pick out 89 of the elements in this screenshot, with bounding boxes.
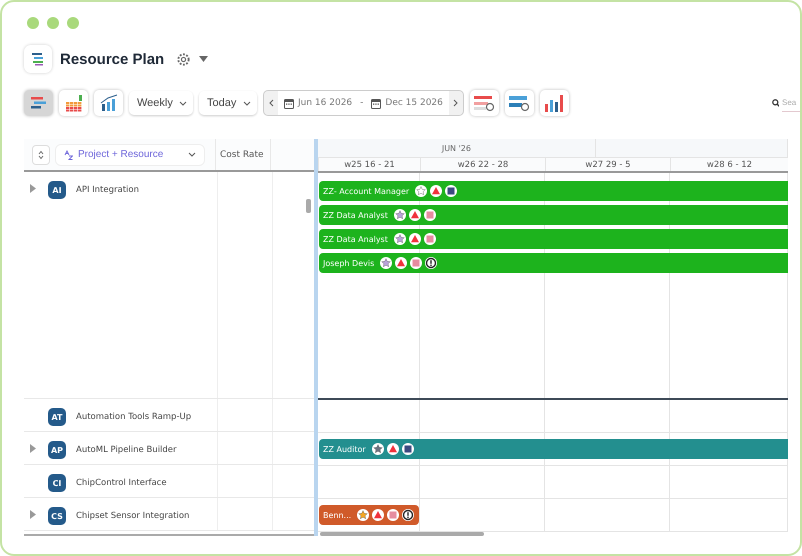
week-header: w26 22 - 28: [420, 158, 545, 171]
window-dot: [27, 17, 39, 29]
expand-icon[interactable]: [30, 510, 36, 519]
end-date[interactable]: Dec 15 2026: [385, 98, 443, 108]
resource-name: ZZ Data Analyst: [323, 234, 388, 244]
group-by-dropdown[interactable]: Project + Resource: [55, 144, 205, 166]
triangle-badge-icon: [408, 209, 421, 221]
chevron-left-icon: [268, 99, 274, 107]
triangle-badge-icon: [386, 443, 399, 455]
chevron-down-icon: [243, 100, 251, 106]
square-badge-icon: [410, 257, 422, 269]
today-dropdown[interactable]: Today: [199, 91, 257, 115]
alert-badge-icon: [402, 509, 414, 521]
hours-grid-icon: [64, 94, 82, 112]
week-header: w27 29 - 5: [545, 158, 670, 171]
square-badge-icon: [424, 233, 436, 245]
window-dot: [47, 17, 59, 29]
project-avatar: CI: [48, 474, 66, 492]
resource-name: ZZ Auditor: [323, 444, 366, 454]
resource-name: ZZ Data Analyst: [323, 210, 388, 220]
chevron-right-icon: [453, 99, 458, 107]
sort-icon: [38, 150, 44, 160]
sort-az-icon: [64, 150, 73, 160]
project-avatar: AT: [48, 408, 66, 426]
project-avatar: CS: [48, 507, 66, 525]
scale-dropdown[interactable]: Weekly: [129, 91, 193, 115]
alert-badge-icon: [425, 257, 438, 269]
assignment-bar[interactable]: ZZ Data Analyst: [319, 205, 788, 225]
triangle-badge-icon: [408, 233, 421, 245]
project-name[interactable]: Chipset Sensor Integration: [76, 511, 190, 521]
assignment-bar[interactable]: Joseph Devis: [319, 253, 788, 273]
settings-icon[interactable]: [176, 52, 192, 66]
triangle-badge-icon: [430, 185, 442, 197]
sort-button[interactable]: [32, 144, 50, 164]
hours-view-button[interactable]: [59, 90, 88, 116]
bar-settings-icon: [508, 94, 530, 112]
gantt-bars-icon: [30, 95, 48, 111]
star-badge-icon: [357, 509, 370, 521]
fte-view-button[interactable]: [94, 90, 123, 116]
search-field[interactable]: Sea: [782, 94, 800, 112]
assignment-bar[interactable]: ZZ Data Analyst: [319, 229, 788, 249]
project-name[interactable]: API Integration: [76, 185, 139, 195]
assignment-bar[interactable]: Benn...: [319, 505, 419, 525]
range-dash: -: [360, 98, 364, 108]
start-date[interactable]: Jun 16 2026: [298, 98, 352, 108]
search-icon: [772, 99, 779, 107]
resize-handle[interactable]: [306, 199, 311, 213]
month-header: JUN '26: [318, 139, 596, 157]
project-name[interactable]: ChipControl Interface: [76, 478, 167, 488]
rows-settings-button[interactable]: [470, 90, 499, 116]
bars-view-button[interactable]: [24, 90, 53, 116]
resource-name: ZZ- Account Manager: [323, 186, 410, 196]
square-badge-icon: [387, 509, 400, 521]
triangle-badge-icon: [395, 257, 408, 269]
project-name[interactable]: AutoML Pipeline Builder: [76, 445, 177, 455]
calendar-icon: [371, 98, 382, 108]
square-badge-icon: [424, 209, 436, 221]
star-badge-icon: [394, 233, 406, 245]
project-name[interactable]: Automation Tools Ramp-Up: [76, 412, 192, 422]
expand-icon[interactable]: [30, 444, 36, 453]
chevron-down-icon: [179, 100, 187, 106]
project-avatar: AI: [48, 181, 66, 199]
square-badge-icon: [402, 443, 414, 455]
expand-icon[interactable]: [30, 184, 36, 193]
star-badge-icon: [372, 443, 384, 455]
triangle-badge-icon: [372, 509, 384, 521]
calendar-icon: [284, 98, 294, 108]
kpi-button[interactable]: [540, 90, 569, 116]
square-badge-icon: [445, 185, 458, 197]
assignment-bar[interactable]: ZZ Auditor: [319, 439, 788, 459]
assignment-bar[interactable]: ZZ- Account Manager: [319, 181, 788, 201]
caret-icon[interactable]: [199, 56, 208, 62]
star-badge-icon: [394, 209, 406, 221]
scrollbar[interactable]: [320, 532, 484, 536]
project-avatar: AP: [48, 441, 66, 459]
row-settings-icon: [473, 94, 496, 112]
window-dot: [67, 17, 79, 29]
star-badge-icon: [380, 257, 392, 269]
resource-name: Joseph Devis: [323, 258, 374, 268]
chevron-down-icon: [188, 152, 196, 157]
bars-settings-button[interactable]: [504, 90, 534, 116]
growth-chart-icon: [100, 94, 118, 112]
page-title: Resource Plan: [60, 50, 164, 68]
star-badge-icon: [415, 185, 428, 197]
column-header: Cost Rate: [215, 139, 270, 170]
resource-name: Benn...: [323, 510, 352, 520]
kpi-chart-icon: [543, 93, 566, 113]
week-header: w25 16 - 21: [318, 158, 420, 171]
week-header: w28 6 - 12: [670, 158, 788, 171]
